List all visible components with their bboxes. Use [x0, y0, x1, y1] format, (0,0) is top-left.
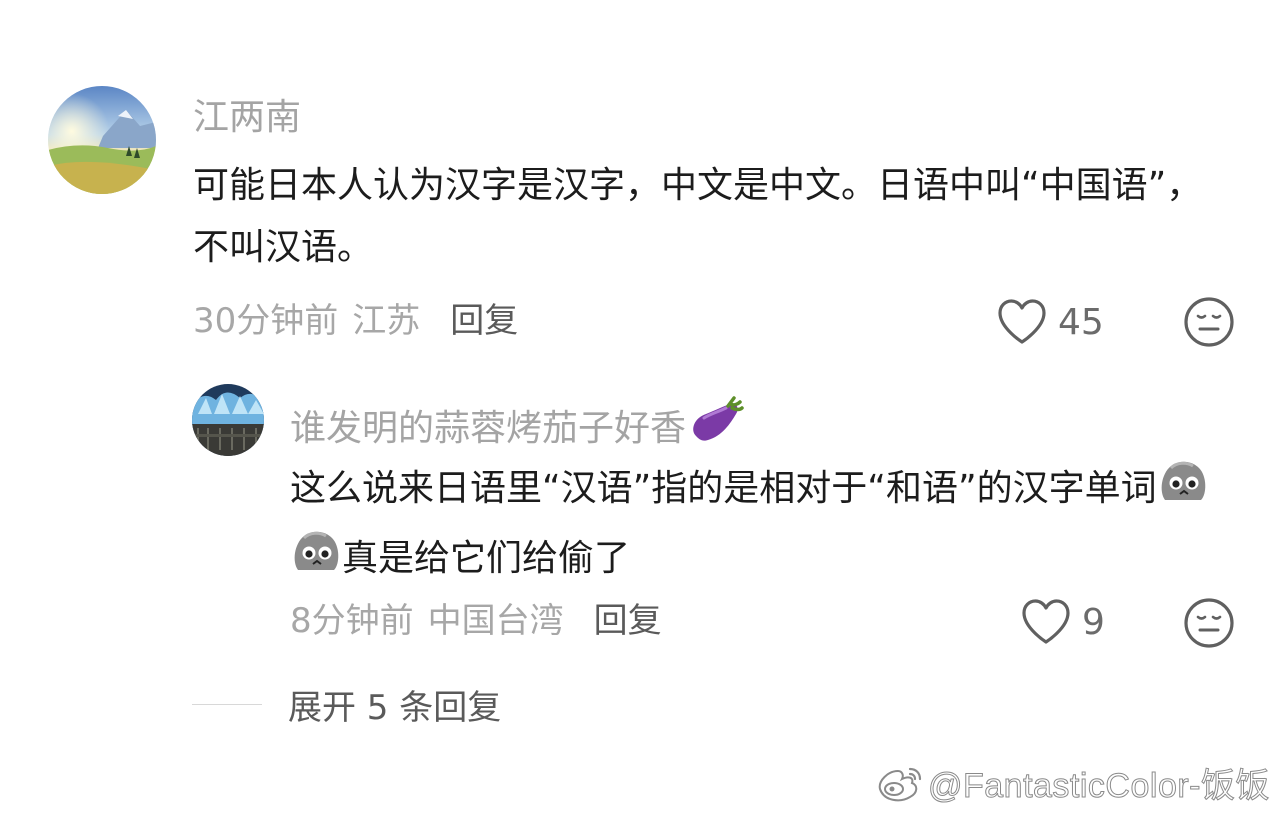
meh-face-icon [1184, 297, 1234, 347]
pleading-rock-emoji [1157, 456, 1209, 526]
heart-outline-icon [998, 299, 1046, 344]
comment-username[interactable]: 江两南 [193, 96, 301, 140]
reply-text: 这么说来日语里“汉语”指的是相对于“和语”的汉字单词 真是给它们给偷了 [290, 456, 1250, 596]
divider [192, 704, 262, 705]
like-button[interactable]: 9 [1020, 598, 1105, 646]
comment-location: 江苏 [352, 301, 421, 341]
like-count: 45 [1058, 301, 1104, 343]
avatar[interactable] [48, 86, 156, 194]
watermark-text: @FantasticColor-饭饭 [927, 767, 1270, 806]
reply-meta: 8分钟前 中国台湾 回复 [290, 599, 662, 643]
watermark: @FantasticColor-饭饭 [874, 758, 1270, 807]
dislike-button[interactable] [1183, 296, 1235, 352]
reply-username[interactable]: 谁发明的蒜蓉烤茄子好香 [290, 396, 744, 457]
rock-face-icon [1161, 461, 1205, 500]
comment-text: 可能日本人认为汉字是汉字，中文是中文。日语中叫“中国语”，不叫汉语。 [193, 165, 1203, 268]
pleading-rock-emoji [290, 526, 342, 596]
eggplant-emoji [686, 396, 744, 457]
heart-outline-icon [1022, 599, 1070, 644]
reply-time: 8分钟前 [290, 601, 414, 641]
reply-button[interactable]: 回复 [594, 601, 662, 641]
comment-meta: 30分钟前 江苏 回复 [193, 299, 518, 343]
comment-time: 30分钟前 [193, 301, 339, 341]
dislike-button[interactable] [1183, 597, 1235, 653]
reply-location: 中国台湾 [427, 601, 564, 641]
rock-face-icon [294, 531, 339, 570]
reply-text-tail: 真是给它们给偷了 [342, 538, 631, 579]
avatar-image [48, 86, 156, 194]
eggplant-icon [693, 396, 744, 441]
meh-face-icon [1184, 598, 1234, 648]
reply-button[interactable]: 回复 [450, 301, 518, 341]
avatar-image [192, 384, 264, 456]
reply-username-text: 谁发明的蒜蓉烤茄子好香 [290, 408, 687, 449]
weibo-logo-icon [878, 767, 922, 801]
expand-replies-label: 展开 5 条回复 [288, 688, 502, 728]
reply-text-main: 这么说来日语里“汉语”指的是相对于“和语”的汉字单词 [290, 468, 1157, 509]
expand-replies-button[interactable]: 展开 5 条回复 [192, 680, 501, 729]
like-button[interactable]: 45 [996, 298, 1104, 346]
reply-avatar[interactable] [192, 384, 264, 456]
like-count: 9 [1082, 601, 1105, 643]
